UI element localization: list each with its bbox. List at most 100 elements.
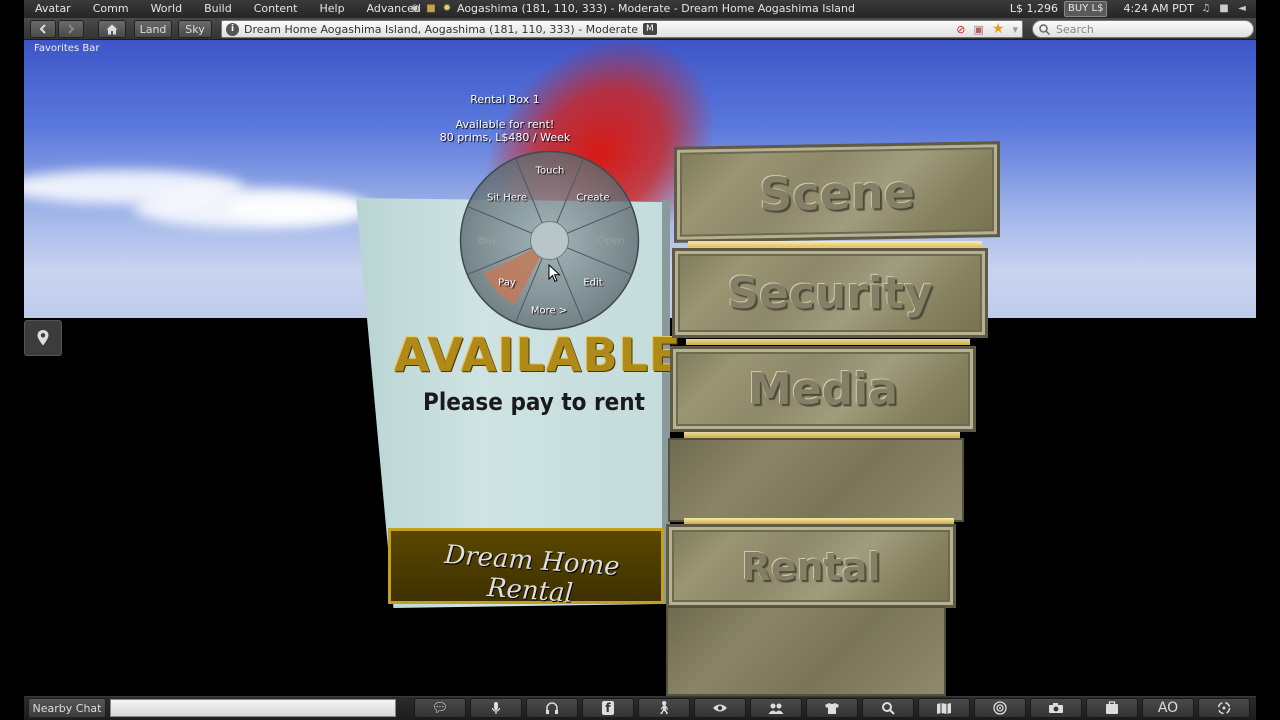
stone-glow bbox=[686, 339, 970, 345]
window-title-area: ◉ ■ ✹ Aogashima (181, 110, 333) - Modera… bbox=[409, 0, 855, 18]
location-status-icons: ⊘ ▣ ★ ▾ bbox=[956, 21, 1018, 37]
scene-label: Scene bbox=[759, 164, 915, 222]
spinner-icon bbox=[1217, 701, 1231, 715]
headphones-icon bbox=[546, 701, 558, 714]
ao-button[interactable]: AO bbox=[1142, 698, 1194, 718]
floating-text-line-2: 80 prims, L$480 / Week bbox=[439, 131, 571, 144]
board-headline: AVAILABLE bbox=[394, 328, 682, 382]
pie-item-more[interactable]: More > bbox=[531, 306, 567, 317]
sky-button[interactable]: Sky bbox=[178, 20, 212, 38]
no-voice-icon: ⊘ bbox=[956, 22, 966, 36]
recorder-button[interactable] bbox=[1198, 698, 1250, 718]
no-build-icon: ▣ bbox=[973, 22, 984, 36]
object-name-text: Rental Box 1 bbox=[470, 93, 540, 106]
board-subline: Please pay to rent bbox=[423, 388, 645, 416]
chat-input[interactable] bbox=[110, 699, 396, 717]
forward-button[interactable] bbox=[58, 20, 84, 38]
security-label: Security bbox=[727, 268, 933, 319]
media-stone-button[interactable]: Media bbox=[670, 346, 976, 432]
info-icon[interactable]: i bbox=[226, 22, 239, 36]
favorites-bar: Favorites Bar bbox=[34, 43, 100, 54]
menu-content[interactable]: Content bbox=[243, 0, 309, 18]
maturity-badge: M bbox=[643, 23, 657, 35]
pie-item-sit-here[interactable]: Sit Here bbox=[487, 193, 527, 204]
camera-icon bbox=[1049, 703, 1063, 713]
security-stone-button[interactable]: Security bbox=[672, 248, 988, 338]
speech-bubble-icon: 💬︎ bbox=[431, 700, 449, 716]
voice-button[interactable] bbox=[526, 698, 578, 718]
search-button[interactable] bbox=[862, 698, 914, 718]
balance-display[interactable]: L$ 1,296 bbox=[1010, 0, 1058, 18]
menu-world[interactable]: World bbox=[140, 0, 194, 18]
stone-pedestal bbox=[666, 606, 946, 696]
arrow-right-icon bbox=[68, 24, 75, 34]
map-icon bbox=[937, 702, 951, 714]
volume-icon[interactable]: ◄ bbox=[1236, 3, 1248, 15]
speak-button[interactable] bbox=[470, 698, 522, 718]
viewer-window: AVAILABLE Please pay to rent Dream Home … bbox=[24, 0, 1256, 720]
eye-icon[interactable]: ◉ bbox=[409, 3, 421, 15]
people-button[interactable] bbox=[750, 698, 802, 718]
place-profile-button[interactable] bbox=[24, 320, 62, 356]
home-button[interactable] bbox=[98, 20, 126, 38]
arrow-left-icon bbox=[39, 24, 46, 34]
land-button[interactable]: Land bbox=[134, 20, 172, 38]
rental-label: Rental bbox=[741, 545, 881, 589]
menu-bar-status: L$ 1,296 BUY L$ 4:24 AM PDT ♫ ■ ◄ bbox=[1010, 0, 1248, 18]
pie-item-open: Open bbox=[597, 235, 625, 247]
pie-item-edit[interactable]: Edit bbox=[583, 278, 602, 289]
back-button[interactable] bbox=[30, 20, 56, 38]
scene-stone-button[interactable]: Scene bbox=[674, 141, 1000, 243]
view-button[interactable] bbox=[694, 698, 746, 718]
menu-comm[interactable]: Comm bbox=[82, 0, 140, 18]
pie-center-button[interactable] bbox=[530, 221, 569, 260]
music-icon[interactable]: ♫ bbox=[1200, 3, 1212, 15]
home-icon bbox=[106, 24, 118, 34]
people-icon bbox=[768, 703, 784, 714]
pie-item-create[interactable]: Create bbox=[576, 193, 609, 204]
facebook-button[interactable]: f bbox=[582, 698, 634, 718]
menu-help[interactable]: Help bbox=[308, 0, 355, 18]
chat-bubble-button[interactable]: 💬︎ bbox=[414, 698, 466, 718]
menu-avatar[interactable]: Avatar bbox=[24, 0, 82, 18]
chevron-down-icon[interactable]: ▾ bbox=[1012, 23, 1018, 36]
shirt-icon bbox=[825, 702, 839, 714]
bottom-tray: Nearby Chat 💬︎ f 🚶︎ AO bbox=[24, 696, 1256, 720]
move-button[interactable]: 🚶︎ bbox=[638, 698, 690, 718]
world-map-button[interactable] bbox=[918, 698, 970, 718]
location-text: Dream Home Aogashima Island, Aogashima (… bbox=[244, 22, 638, 36]
location-input[interactable]: i Dream Home Aogashima Island, Aogashima… bbox=[221, 20, 1023, 38]
walk-icon: 🚶︎ bbox=[655, 700, 673, 716]
snapshot-button[interactable] bbox=[1030, 698, 1082, 718]
blank-stone-block bbox=[668, 438, 964, 522]
nearby-chat-button[interactable]: Nearby Chat bbox=[28, 698, 106, 718]
floating-text-line-1: Available for rent! bbox=[455, 118, 555, 131]
radar-icon bbox=[993, 701, 1007, 715]
eye-icon bbox=[713, 704, 727, 712]
pie-item-buy: Buy bbox=[478, 235, 498, 247]
media-label: Media bbox=[748, 364, 898, 415]
facebook-icon: f bbox=[602, 701, 614, 715]
suitcase-icon bbox=[1106, 701, 1118, 714]
radar-button[interactable] bbox=[974, 698, 1026, 718]
favorite-star-icon[interactable]: ★ bbox=[992, 21, 1005, 37]
buy-currency-button[interactable]: BUY L$ bbox=[1064, 1, 1108, 17]
pie-item-pay[interactable]: Pay bbox=[498, 278, 516, 289]
media-icon[interactable]: ■ bbox=[1218, 3, 1230, 15]
window-title: Aogashima (181, 110, 333) - Moderate - D… bbox=[457, 2, 855, 15]
appearance-button[interactable] bbox=[806, 698, 858, 718]
menu-build[interactable]: Build bbox=[193, 0, 243, 18]
search-placeholder: Search bbox=[1056, 22, 1094, 36]
stone-glow bbox=[688, 241, 982, 247]
search-icon bbox=[881, 701, 895, 715]
clock: 4:24 AM PDT bbox=[1123, 2, 1194, 15]
map-pin-icon bbox=[37, 330, 49, 346]
build-box-icon[interactable]: ■ bbox=[425, 3, 437, 15]
pie-item-touch[interactable]: Touch bbox=[536, 166, 565, 177]
mouse-cursor-icon bbox=[548, 264, 561, 283]
rental-stone-button[interactable]: Rental bbox=[666, 524, 956, 608]
sun-icon[interactable]: ✹ bbox=[441, 3, 453, 15]
inventory-button[interactable] bbox=[1086, 698, 1138, 718]
cloud bbox=[224, 196, 374, 222]
search-input[interactable]: Search bbox=[1032, 20, 1254, 38]
